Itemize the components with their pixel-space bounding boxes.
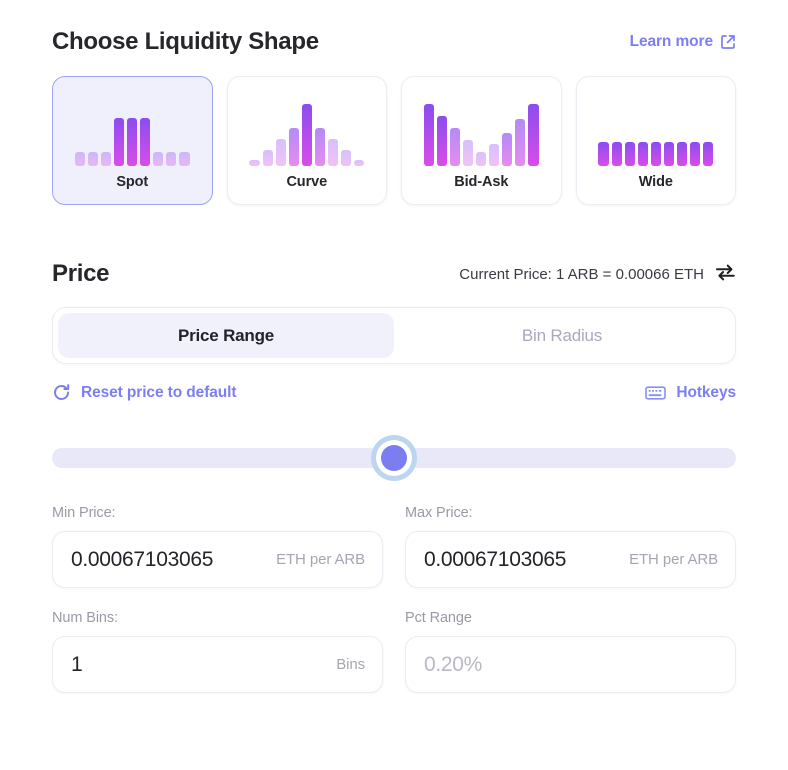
shape-bar (637, 142, 648, 166)
field-input-box[interactable]: 0.00067103065 ETH per ARB (405, 531, 736, 588)
shape-card-spot[interactable]: Spot (52, 76, 213, 205)
price-mode-tabs: Price Range Bin Radius (52, 307, 736, 364)
shape-bar (663, 142, 674, 166)
shape-bar (153, 152, 164, 166)
shape-bar (327, 138, 338, 166)
shape-bar (114, 117, 125, 166)
field-label: Max Price: (405, 505, 473, 521)
field-label: Num Bins: (52, 610, 118, 626)
shape-bar (598, 142, 609, 166)
shape-bar (166, 152, 177, 166)
tab-price-range[interactable]: Price Range (58, 313, 394, 358)
field-label: Pct Range (405, 610, 472, 626)
shape-bar (262, 149, 273, 166)
field-label: Min Price: (52, 505, 116, 521)
shape-bar (140, 117, 151, 166)
swap-arrows-icon[interactable] (715, 264, 736, 285)
field-unit-suffix: ETH per ARB (276, 551, 365, 568)
shape-bar (353, 159, 365, 166)
field-num-bins: Num Bins: 1 Bins (52, 610, 383, 693)
shape-bar (101, 152, 112, 166)
shape-bar (515, 118, 526, 166)
price-section-header: Price Current Price: 1 ARB = 0.00066 ETH (52, 260, 736, 288)
shape-bar (74, 152, 86, 166)
shape-card-label: Bid-Ask (454, 174, 509, 190)
shape-bar (463, 139, 474, 166)
shape-card-label: Spot (116, 174, 149, 190)
price-range-slider[interactable] (52, 435, 736, 481)
shape-chart (228, 77, 387, 174)
num-bins-input[interactable]: 1 (71, 653, 326, 677)
shape-bar (650, 142, 661, 166)
reset-price-button[interactable]: Reset price to default (52, 383, 237, 402)
shape-bar (489, 143, 500, 166)
shape-bar (127, 117, 138, 166)
reset-price-label: Reset price to default (81, 383, 237, 401)
shape-bar (676, 142, 687, 166)
current-price-text: Current Price: 1 ARB = 0.00066 ETH (459, 266, 704, 283)
shape-bar (689, 142, 700, 166)
current-price: Current Price: 1 ARB = 0.00066 ETH (459, 264, 736, 288)
liquidity-shape-options: Spot Curve Bid-Ask Wide (52, 76, 736, 205)
field-min-price: Min Price: 0.00067103065 ETH per ARB (52, 505, 383, 588)
shape-bar (528, 104, 539, 166)
shape-bar (476, 152, 487, 166)
max-price-input[interactable]: 0.00067103065 (424, 548, 619, 572)
price-title: Price (52, 260, 110, 287)
slider-thumb[interactable] (371, 435, 417, 481)
price-actions-row: Reset price to default Hotkeys (52, 383, 736, 402)
shape-bar (288, 127, 299, 166)
shape-bar (502, 132, 513, 166)
shape-bar (624, 142, 635, 166)
pct-range-input[interactable]: 0.20% (424, 653, 718, 677)
min-price-input[interactable]: 0.00067103065 (71, 548, 266, 572)
field-pct-range: Pct Range 0.20% (405, 610, 736, 693)
field-input-box[interactable]: 0.20% (405, 636, 736, 693)
shape-bar (702, 142, 714, 166)
shape-bar (314, 127, 325, 166)
refresh-icon (52, 383, 71, 402)
field-unit-suffix: Bins (336, 656, 365, 673)
external-link-icon (720, 34, 736, 50)
learn-more-link[interactable]: Learn more (630, 33, 736, 51)
tab-bin-radius[interactable]: Bin Radius (394, 313, 730, 358)
shape-chart (402, 77, 561, 174)
shape-bar (301, 104, 312, 166)
field-unit-suffix: ETH per ARB (629, 551, 718, 568)
shape-bar (423, 104, 435, 166)
shape-bar (340, 149, 351, 166)
field-input-box[interactable]: 0.00067103065 ETH per ARB (52, 531, 383, 588)
shape-bar (249, 159, 260, 166)
shape-card-bid-ask[interactable]: Bid-Ask (401, 76, 562, 205)
keyboard-icon (645, 385, 667, 401)
field-max-price: Max Price: 0.00067103065 ETH per ARB (405, 505, 736, 588)
shape-chart (577, 77, 736, 174)
shape-card-label: Curve (286, 174, 328, 190)
liquidity-section-header: Choose Liquidity Shape Learn more (52, 0, 736, 56)
shape-card-curve[interactable]: Curve (226, 76, 387, 205)
liquidity-shape-panel: Choose Liquidity Shape Learn more Spot Cu… (0, 0, 788, 770)
shape-chart (53, 77, 212, 174)
shape-bar (450, 127, 461, 166)
shape-bar (88, 152, 99, 166)
shape-bar (179, 152, 190, 166)
shape-card-label: Wide (638, 174, 673, 190)
hotkeys-button[interactable]: Hotkeys (645, 384, 736, 402)
page-title: Choose Liquidity Shape (52, 28, 319, 55)
learn-more-label: Learn more (629, 33, 714, 50)
field-input-box[interactable]: 1 Bins (52, 636, 383, 693)
shape-bar (275, 138, 286, 166)
price-fields-grid: Min Price: 0.00067103065 ETH per ARB Max Pr… (52, 505, 736, 715)
hotkeys-label: Hotkeys (676, 383, 736, 401)
shape-bar (437, 116, 448, 166)
shape-bar (611, 142, 622, 166)
shape-card-wide[interactable]: Wide (575, 76, 736, 205)
